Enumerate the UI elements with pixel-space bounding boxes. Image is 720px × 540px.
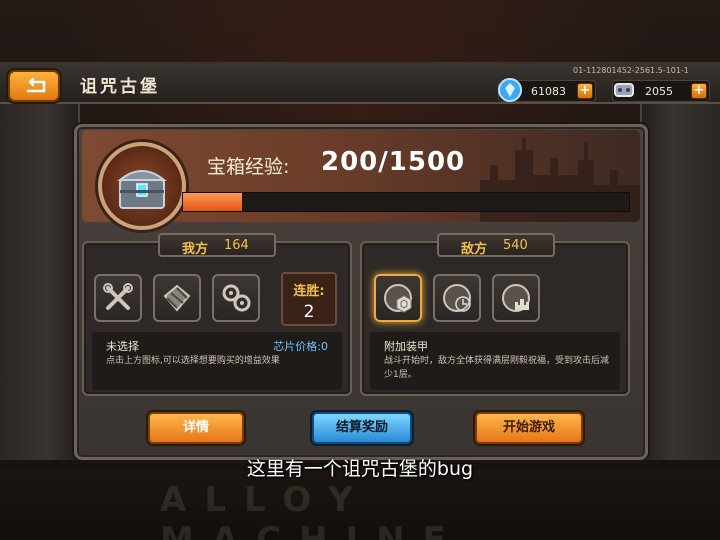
clock-icon bbox=[443, 284, 471, 312]
our-side-info: 未选择 芯片价格:0 点击上方图标,可以选择想要购买的增益效果 bbox=[92, 332, 342, 390]
selection-status: 未选择 bbox=[106, 340, 139, 353]
gem-counter: 61083 + bbox=[498, 78, 596, 102]
coin-counter: 2055 + bbox=[612, 80, 710, 102]
enemy-buff-description: 战斗开始时，敌方全体获得满层刚毅祝福，受到攻击后减少1层。 bbox=[384, 356, 610, 380]
buff-slot-wrench[interactable] bbox=[94, 274, 142, 322]
wrench-icon bbox=[103, 283, 133, 310]
scrap-coin-icon bbox=[614, 83, 634, 97]
enemy-side-info: 附加装甲 战斗开始时，敌方全体获得满层刚毅祝福，受到攻击后减少1层。 bbox=[370, 332, 620, 390]
enemy-buff-slot-clock[interactable] bbox=[433, 274, 481, 322]
our-side-count: 164 bbox=[224, 238, 249, 253]
back-button[interactable] bbox=[8, 70, 60, 102]
buff-slot-armor[interactable] bbox=[153, 274, 201, 322]
clock-glyph bbox=[455, 296, 471, 312]
start-game-button[interactable]: 开始游戏 bbox=[475, 412, 583, 444]
enemy-side-count: 540 bbox=[503, 238, 528, 253]
enemy-buff-name: 附加装甲 bbox=[384, 340, 428, 353]
chest-exp-fill bbox=[183, 193, 243, 211]
our-side-label: 我方 bbox=[182, 242, 209, 257]
hex-armor-icon bbox=[384, 284, 412, 313]
win-streak-value: 2 bbox=[303, 302, 315, 322]
treasure-chest-icon bbox=[117, 170, 167, 209]
enemy-buff-slot-armor[interactable] bbox=[374, 274, 422, 322]
gem-icon bbox=[498, 78, 522, 102]
chip-price: 芯片价格:0 bbox=[273, 340, 328, 353]
back-arrow-icon bbox=[26, 78, 46, 93]
chest-exp-value: 200/1500 bbox=[321, 147, 466, 177]
our-side-tab: 我方 164 bbox=[158, 233, 276, 257]
buff-slot-gears[interactable] bbox=[212, 274, 260, 322]
page-title: 诅咒古堡 bbox=[80, 77, 160, 97]
gears-icon bbox=[222, 284, 251, 312]
add-gems-button[interactable]: + bbox=[577, 83, 593, 99]
left-wall-decor bbox=[0, 100, 80, 460]
build-id-text: 01-112801452-2561.5-101-1 bbox=[573, 66, 689, 75]
armor-plates-icon bbox=[163, 284, 191, 312]
castle-icon bbox=[502, 284, 530, 312]
enemy-side-label: 敌方 bbox=[461, 242, 488, 257]
game-watermark: ALLOY MACHINE bbox=[160, 480, 464, 540]
chest-exp-bar bbox=[182, 192, 630, 212]
video-subtitle: 这里有一个诅咒古堡的bug bbox=[246, 458, 474, 480]
win-streak-label: 连胜: bbox=[293, 284, 325, 299]
right-wall-decor bbox=[640, 100, 720, 460]
enemy-side-tab: 敌方 540 bbox=[437, 233, 555, 257]
coin-count: 2055 bbox=[645, 85, 673, 98]
settle-rewards-button[interactable]: 结算奖励 bbox=[312, 412, 412, 444]
our-side-description: 点击上方图标,可以选择想要购买的增益效果 bbox=[106, 356, 280, 366]
chest-exp-label: 宝箱经验: bbox=[207, 156, 290, 178]
hex-armor-glyph bbox=[396, 295, 412, 313]
chest-portrait[interactable] bbox=[98, 142, 186, 230]
add-coins-button[interactable]: + bbox=[691, 83, 707, 99]
win-streak-box: 连胜: 2 bbox=[281, 272, 337, 326]
enemy-buff-slot-castle[interactable] bbox=[492, 274, 540, 322]
castle-glyph bbox=[515, 299, 529, 310]
details-button[interactable]: 详情 bbox=[148, 412, 244, 444]
gem-count: 61083 bbox=[531, 85, 566, 98]
